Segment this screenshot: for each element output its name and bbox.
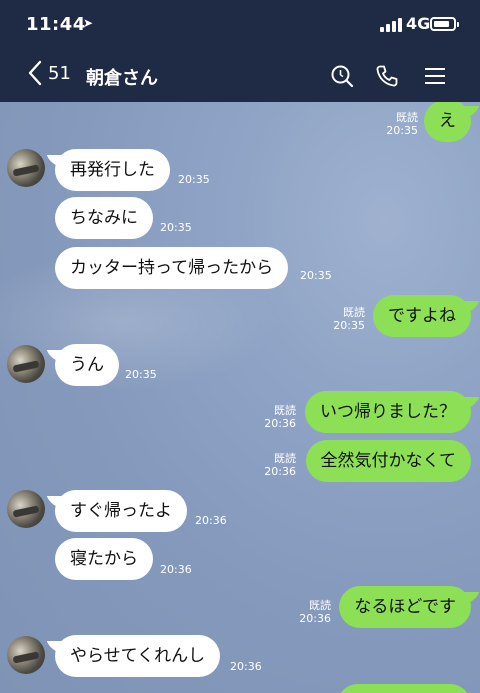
message-time: 20:35: [300, 269, 332, 282]
outgoing-message-partial[interactable]: [337, 684, 471, 693]
message-time: 20:35: [333, 319, 365, 332]
message-time: 20:35: [386, 124, 418, 137]
avatar[interactable]: [7, 345, 45, 383]
read-receipt: 既読: [274, 452, 296, 465]
read-receipt: 既読: [309, 599, 331, 612]
avatar[interactable]: [7, 149, 45, 187]
phone-icon[interactable]: [375, 64, 399, 88]
incoming-message[interactable]: 寝たから: [55, 538, 153, 580]
battery-icon: [430, 17, 459, 31]
incoming-message[interactable]: うん: [55, 344, 119, 386]
message-time: 20:36: [299, 612, 331, 625]
message-meta: 既読 20:35: [333, 306, 365, 332]
avatar[interactable]: [7, 490, 45, 528]
message-meta: 既読 20:35: [386, 111, 418, 137]
message-meta: 既読 20:36: [264, 452, 296, 478]
avatar[interactable]: [7, 636, 45, 674]
incoming-message[interactable]: ちなみに: [55, 197, 153, 239]
chat-area[interactable]: 既読 20:35 え 再発行した 20:35 ちなみに 20:35 カッター持って…: [0, 102, 480, 693]
message-time: 20:36: [264, 465, 296, 478]
read-receipt: 既読: [343, 306, 365, 319]
network-type: 4G: [406, 14, 431, 33]
status-bar: 11:44 ➤ 4G: [0, 0, 480, 50]
read-receipt: 既読: [396, 111, 418, 124]
message-time: 20:35: [178, 173, 210, 186]
outgoing-message[interactable]: いつ帰りました？: [305, 391, 471, 433]
outgoing-message[interactable]: 全然気付かなくて: [305, 440, 471, 482]
message-time: 20:36: [195, 514, 227, 527]
back-button[interactable]: 51: [28, 60, 71, 86]
message-time: 20:35: [125, 368, 157, 381]
message-meta: 既読 20:36: [299, 599, 331, 625]
incoming-message[interactable]: 再発行した: [55, 149, 170, 191]
unread-count: 51: [48, 62, 71, 84]
outgoing-message[interactable]: なるほどです: [339, 586, 471, 628]
message-time: 20:35: [160, 221, 192, 234]
message-time: 20:36: [160, 563, 192, 576]
back-chevron-icon: [28, 60, 42, 86]
chat-header: 51 朝倉さん: [0, 50, 480, 102]
location-arrow-icon: ➤: [83, 16, 94, 30]
incoming-message[interactable]: やらせてくれんし: [55, 635, 221, 677]
message-meta: 既読 20:36: [264, 404, 296, 430]
outgoing-message[interactable]: ですよね: [373, 295, 471, 337]
message-time: 20:36: [230, 660, 262, 673]
menu-icon[interactable]: [423, 64, 447, 88]
message-time: 20:36: [264, 417, 296, 430]
incoming-message[interactable]: すぐ帰ったよ: [55, 490, 187, 532]
outgoing-message[interactable]: え: [424, 102, 471, 142]
signal-icon: [380, 18, 404, 32]
chat-title: 朝倉さん: [86, 68, 158, 89]
incoming-message[interactable]: カッター持って帰ったから: [55, 247, 289, 289]
read-receipt: 既読: [274, 404, 296, 417]
search-icon[interactable]: [330, 64, 354, 88]
status-time: 11:44: [26, 14, 86, 35]
